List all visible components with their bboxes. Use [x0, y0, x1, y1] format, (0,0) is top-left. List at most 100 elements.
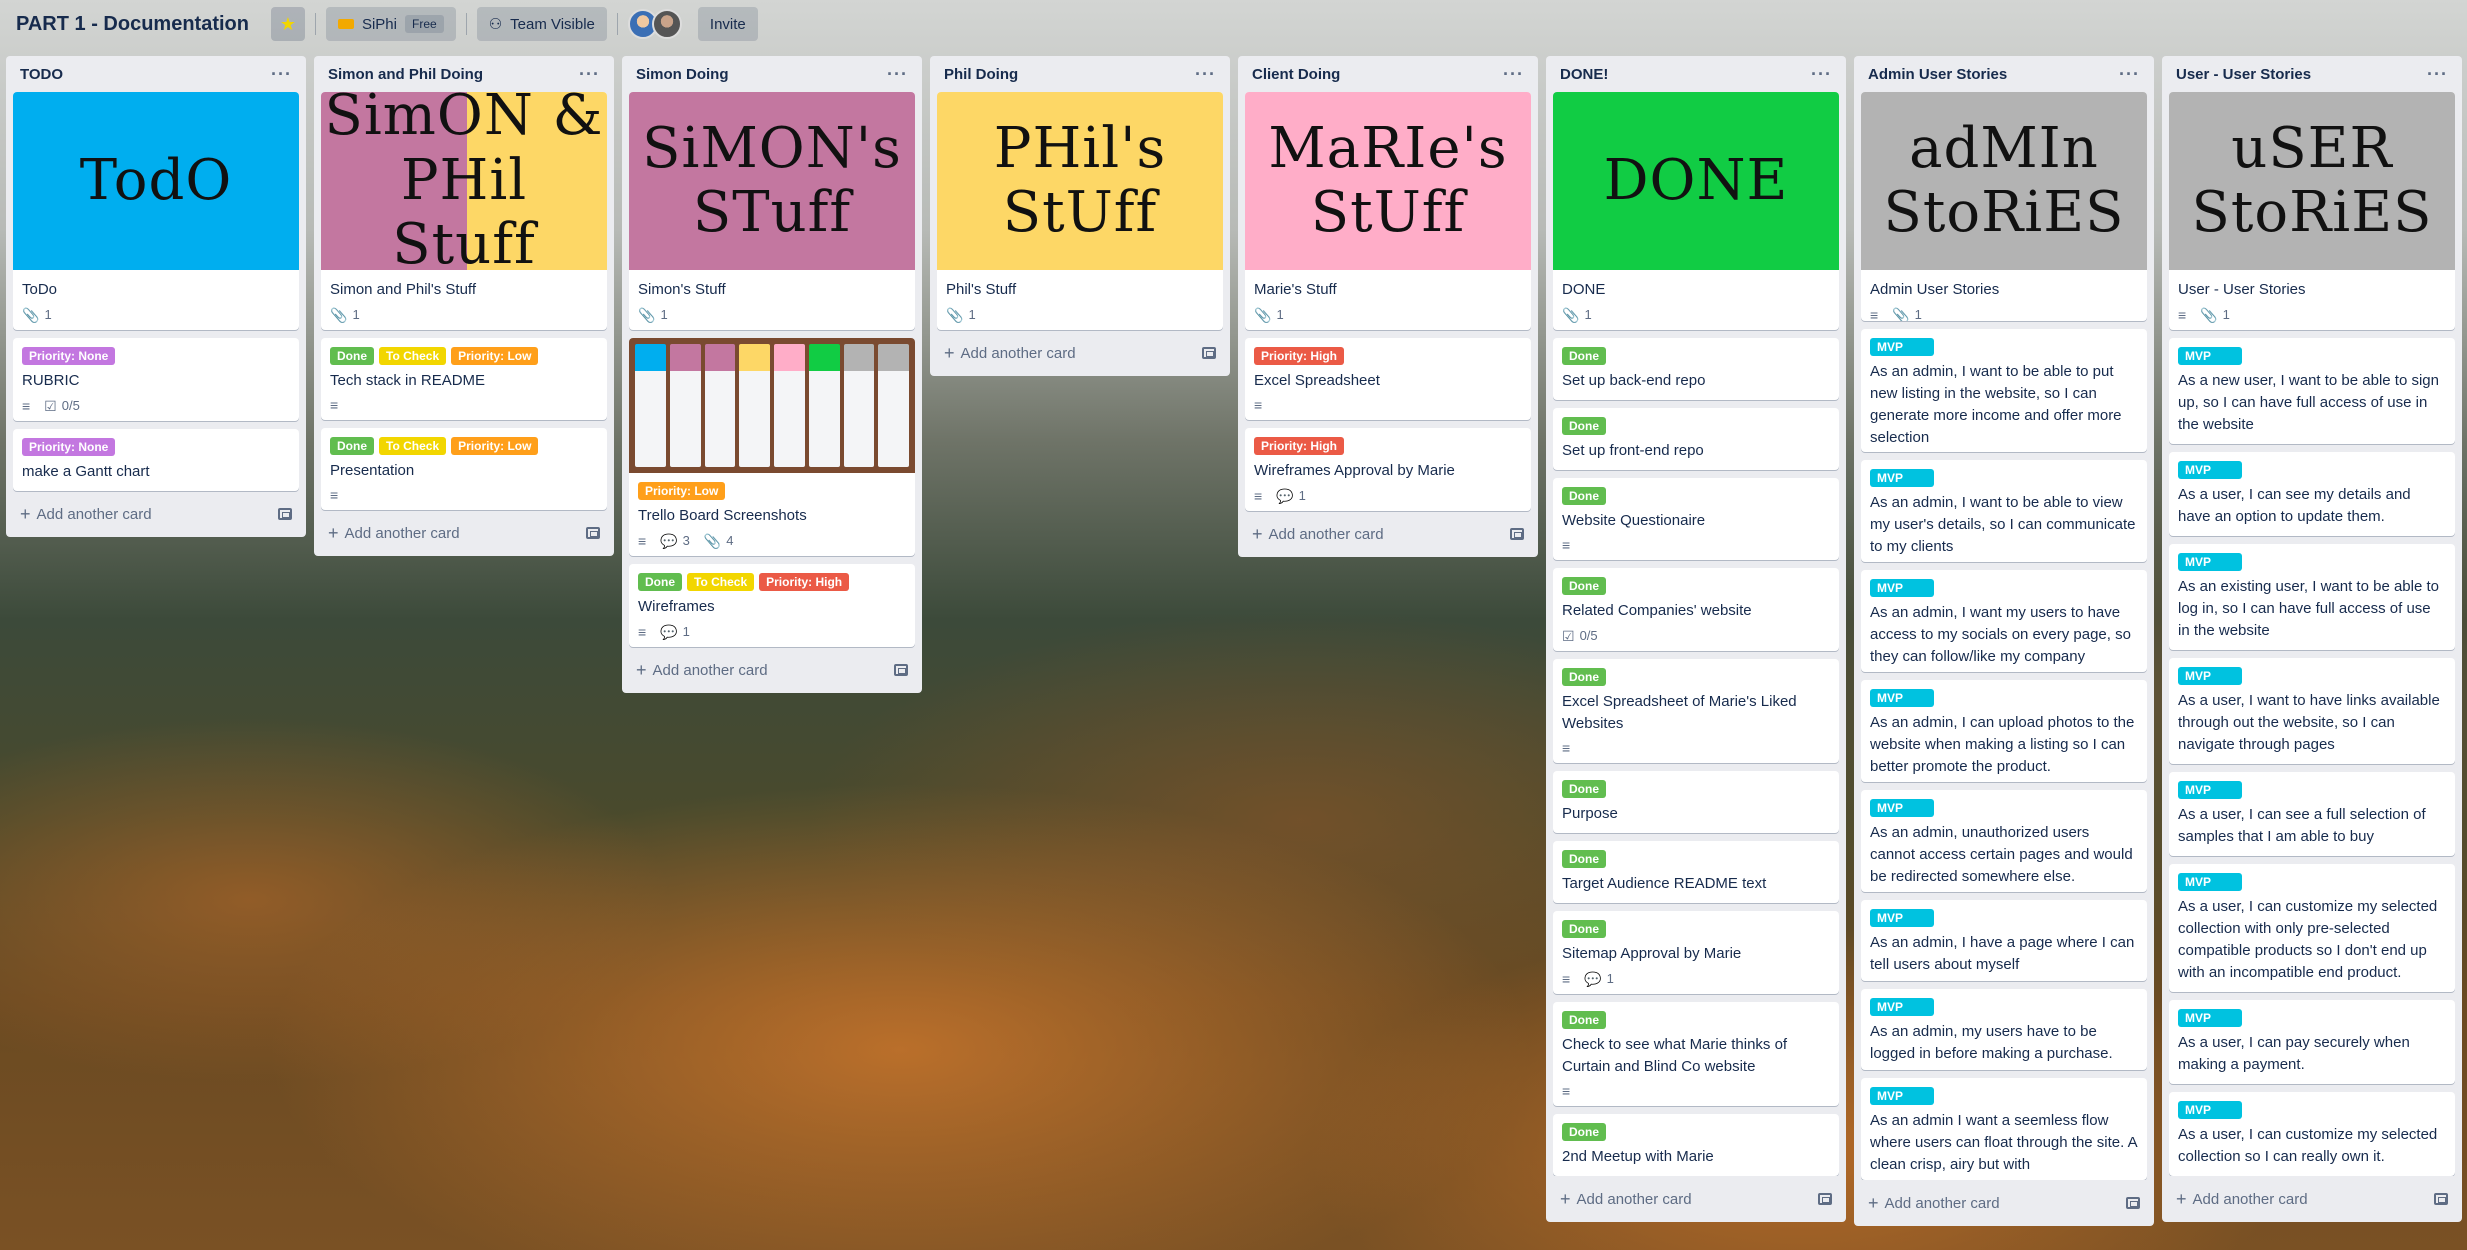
- card[interactable]: SiMON's STuff Simon's Stuff 📎 1: [629, 92, 915, 330]
- list-menu-icon[interactable]: ···: [887, 64, 908, 85]
- card[interactable]: SimON & PHil Stuff Simon and Phil's Stuff…: [321, 92, 607, 330]
- list-menu-icon[interactable]: ···: [2119, 64, 2140, 85]
- card[interactable]: TodO ToDo 📎 1: [13, 92, 299, 330]
- add-card-button[interactable]: + Add another card: [2176, 1189, 2308, 1210]
- team-button[interactable]: SiPhi Free: [325, 7, 456, 41]
- plus-icon: +: [1252, 523, 1263, 544]
- card[interactable]: MVP As a user, I want to have links avail…: [2169, 658, 2455, 764]
- card-labels: Done: [1562, 577, 1830, 595]
- list-menu-icon[interactable]: ···: [271, 64, 292, 85]
- card[interactable]: adMIn StoRiES Admin User Stories ≡ 📎 1: [1861, 92, 2147, 322]
- card[interactable]: Priority: High Wireframes Approval by Mar…: [1245, 428, 1531, 511]
- card[interactable]: Done Set up back-end repo: [1553, 338, 1839, 400]
- card[interactable]: MVP As a user, I can customize my selecte…: [2169, 864, 2455, 992]
- card-badges: 📎 1: [946, 307, 1214, 322]
- list-header: Admin User Stories ···: [1861, 56, 2147, 92]
- template-icon[interactable]: [2434, 1193, 2448, 1205]
- card[interactable]: MVP As an admin, I have a page where I ca…: [1861, 900, 2147, 982]
- card-title: User - User Stories: [2178, 281, 2306, 298]
- card[interactable]: Done Sitemap Approval by Marie ≡ 💬 1: [1553, 911, 1839, 994]
- badge: 📎 1: [1254, 307, 1284, 322]
- template-icon[interactable]: [1818, 1193, 1832, 1205]
- card-body: Done Sitemap Approval by Marie ≡ 💬 1: [1553, 911, 1839, 994]
- card[interactable]: MVP As a user, I can see my details and h…: [2169, 452, 2455, 536]
- card[interactable]: uSER StoRiES User - User Stories ≡ 📎 1: [2169, 92, 2455, 330]
- card[interactable]: MVP As an admin, I want my users to have …: [1861, 570, 2147, 673]
- card[interactable]: MVP As a user, I can pay securely when ma…: [2169, 1000, 2455, 1084]
- card[interactable]: Done Target Audience README text: [1553, 841, 1839, 903]
- card[interactable]: PHil's StUff Phil's Stuff 📎 1: [937, 92, 1223, 330]
- avatar[interactable]: [651, 9, 682, 39]
- list-title[interactable]: DONE!: [1560, 66, 1608, 83]
- list-menu-icon[interactable]: ···: [1195, 64, 1216, 85]
- card-body: Done Set up front-end repo: [1553, 408, 1839, 470]
- list-title[interactable]: Admin User Stories: [1868, 66, 2007, 83]
- card[interactable]: Priority: Low Trello Board Screenshots ≡ 💬 3…: [629, 338, 915, 556]
- badge: ≡: [1562, 538, 1570, 552]
- invite-button[interactable]: Invite: [697, 7, 758, 41]
- template-icon[interactable]: [894, 664, 908, 676]
- star-button[interactable]: ★: [270, 7, 305, 41]
- card-title: Purpose: [1562, 805, 1618, 822]
- card[interactable]: Done Purpose: [1553, 771, 1839, 833]
- card[interactable]: MVP As a new user, I want to be able to s…: [2169, 338, 2455, 444]
- card[interactable]: Done Website Questionaire ≡: [1553, 478, 1839, 560]
- template-icon[interactable]: [586, 527, 600, 539]
- card[interactable]: Done Check to see what Marie thinks of Cu…: [1553, 1002, 1839, 1106]
- list-menu-icon[interactable]: ···: [2427, 64, 2448, 85]
- list-menu-icon[interactable]: ···: [1503, 64, 1524, 85]
- list-title[interactable]: Phil Doing: [944, 66, 1018, 83]
- add-card-row: + Add another card: [1553, 1182, 1839, 1216]
- card-title: RUBRIC: [22, 372, 80, 389]
- card[interactable]: Done Related Companies' website ☑ 0/5: [1553, 568, 1839, 651]
- template-icon[interactable]: [278, 508, 292, 520]
- add-card-button[interactable]: + Add another card: [20, 504, 152, 525]
- card[interactable]: MVP As an existing user, I want to be abl…: [2169, 544, 2455, 650]
- card[interactable]: MVP As a user, I can see a full selection…: [2169, 772, 2455, 856]
- list-title[interactable]: User - User Stories: [2176, 66, 2311, 83]
- card[interactable]: MVP As a user, I can customize my selecte…: [2169, 1092, 2455, 1176]
- add-card-button[interactable]: + Add another card: [1868, 1193, 2000, 1214]
- list-title[interactable]: Simon Doing: [636, 66, 729, 83]
- card[interactable]: MVP As an admin, unauthorized users canno…: [1861, 790, 2147, 893]
- card[interactable]: Priority: None make a Gantt chart: [13, 429, 299, 491]
- board-title[interactable]: PART 1 - Documentation: [16, 13, 249, 36]
- template-icon[interactable]: [1510, 528, 1524, 540]
- label: Priority: High: [1254, 347, 1345, 365]
- card[interactable]: Done 2nd Meetup with Marie: [1553, 1114, 1839, 1176]
- card[interactable]: Done To Check Priority: Low Presentation ≡: [321, 428, 607, 510]
- card[interactable]: Done Set up front-end repo: [1553, 408, 1839, 470]
- list-title[interactable]: Simon and Phil Doing: [328, 66, 483, 83]
- card[interactable]: MaRIe's StUff Marie's Stuff 📎 1: [1245, 92, 1531, 330]
- list-menu-icon[interactable]: ···: [1811, 64, 1832, 85]
- add-card-row: + Add another card: [321, 516, 607, 550]
- card[interactable]: MVP As an admin, I want to be able to put…: [1861, 329, 2147, 453]
- add-card-button[interactable]: + Add another card: [1252, 524, 1384, 545]
- card[interactable]: MVP As an admin, I want to be able to vie…: [1861, 460, 2147, 563]
- label: Done: [1562, 780, 1606, 798]
- template-icon[interactable]: [2126, 1197, 2140, 1209]
- list-title[interactable]: Client Doing: [1252, 66, 1340, 83]
- card[interactable]: MVP As an admin I want a seemless flow wh…: [1861, 1077, 2147, 1180]
- label: Done: [1562, 1011, 1606, 1029]
- add-card-button[interactable]: + Add another card: [944, 343, 1076, 364]
- card[interactable]: Done To Check Priority: Low Tech stack in R…: [321, 338, 607, 420]
- card[interactable]: DONE DONE 📎 1: [1553, 92, 1839, 330]
- card[interactable]: Priority: High Excel Spreadsheet ≡: [1245, 338, 1531, 420]
- card-cover: SimON & PHil Stuff: [321, 92, 607, 277]
- visibility-button[interactable]: ⚇ Team Visible: [476, 7, 607, 41]
- list-menu-icon[interactable]: ···: [579, 64, 600, 85]
- list-title[interactable]: TODO: [20, 66, 63, 83]
- template-icon[interactable]: [1202, 347, 1216, 359]
- card-title: Tech stack in README: [330, 372, 486, 389]
- label: Done: [1562, 668, 1606, 686]
- add-card-button[interactable]: + Add another card: [328, 523, 460, 544]
- card-labels: Done: [1562, 780, 1830, 798]
- card[interactable]: Priority: None RUBRIC ≡ ☑ 0/5: [13, 338, 299, 421]
- add-card-button[interactable]: + Add another card: [636, 660, 768, 681]
- add-card-button[interactable]: + Add another card: [1560, 1189, 1692, 1210]
- card[interactable]: MVP As an admin, I can upload photos to t…: [1861, 680, 2147, 783]
- card[interactable]: Done To Check Priority: High Wireframes ≡ 💬 1: [629, 564, 915, 647]
- card[interactable]: Done Excel Spreadsheet of Marie's Liked W…: [1553, 659, 1839, 763]
- card[interactable]: MVP As an admin, my users have to be logg…: [1861, 989, 2147, 1070]
